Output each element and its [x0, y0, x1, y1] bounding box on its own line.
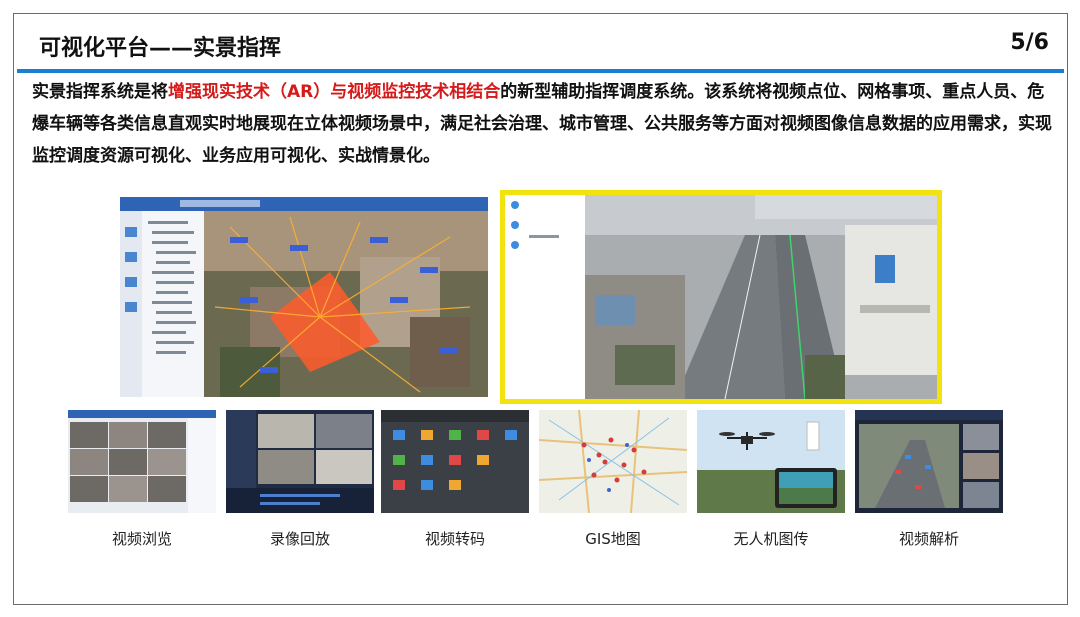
page-title: 可视化平台——实景指挥: [39, 36, 282, 61]
ar-3d-scene-screenshot: [120, 197, 488, 397]
page-number: 5/6: [1010, 30, 1049, 55]
thumbnail-playback: [226, 410, 374, 513]
title-divider: [17, 69, 1064, 73]
feature-label-playback: 录像回放: [269, 530, 330, 548]
thumbnail-video-analysis: [855, 410, 1003, 513]
thumbnail-transcode: [381, 410, 529, 513]
intro-highlight: 增强现实技术（AR）与视频监控技术相结合: [168, 82, 501, 102]
feature-label-transcode: 视频转码: [424, 530, 485, 548]
feature-label-gis-map: GIS地图: [585, 530, 641, 548]
feature-label-video-analysis: 视频解析: [898, 530, 959, 548]
thumbnail-gis-map: [539, 410, 687, 513]
feature-label-drone-transmission: 无人机图传: [733, 530, 809, 548]
feature-label-video-browse: 视频浏览: [111, 530, 172, 548]
slide: 可视化平台——实景指挥 5/6 实景指挥系统是将增强现实技术（AR）与视频监控技…: [13, 13, 1068, 605]
intro-paragraph: 实景指挥系统是将增强现实技术（AR）与视频监控技术相结合的新型辅助指挥调度系统。…: [32, 76, 1052, 172]
intro-text-1: 实景指挥系统是将: [32, 82, 168, 102]
ar-street-view-screenshot: [500, 190, 942, 404]
thumbnail-video-browse: [68, 410, 216, 513]
thumbnail-drone-transmission: [697, 410, 845, 513]
